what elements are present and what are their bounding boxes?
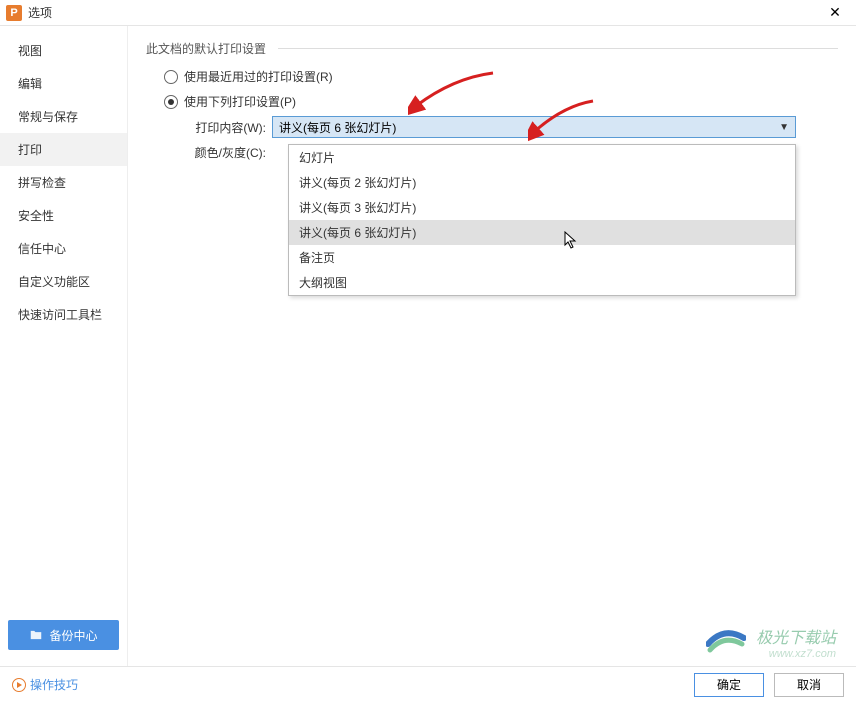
dropdown-option-handout-2[interactable]: 讲义(每页 2 张幻灯片) [289,170,795,195]
radio-use-recent[interactable]: 使用最近用过的打印设置(R) [164,68,838,85]
dropdown-print-content: 幻灯片 讲义(每页 2 张幻灯片) 讲义(每页 3 张幻灯片) 讲义(每页 6 … [288,144,796,296]
cancel-button[interactable]: 取消 [774,673,844,697]
sidebar-item-customize-ribbon[interactable]: 自定义功能区 [0,265,127,298]
sidebar-item-quick-access[interactable]: 快速访问工具栏 [0,298,127,331]
tips-link[interactable]: 操作技巧 [12,676,78,693]
radio-icon [164,95,178,109]
main-panel: 此文档的默认打印设置 使用最近用过的打印设置(R) 使用下列打印设置(P) 打印… [128,26,856,666]
fieldset-title: 此文档的默认打印设置 [146,40,272,57]
combo-print-content[interactable]: 讲义(每页 6 张幻灯片) ▼ [272,116,796,138]
radio-use-recent-label: 使用最近用过的打印设置(R) [184,68,333,85]
folder-icon [29,628,43,642]
dropdown-option-outline[interactable]: 大纲视图 [289,270,795,295]
tips-label: 操作技巧 [30,676,78,693]
backup-center-label: 备份中心 [49,627,97,644]
close-icon[interactable]: ✕ [820,4,850,21]
sidebar-item-edit[interactable]: 编辑 [0,67,127,100]
sidebar-item-print[interactable]: 打印 [0,133,127,166]
sidebar-item-view[interactable]: 视图 [0,34,127,67]
play-circle-icon [12,678,26,692]
radio-use-following[interactable]: 使用下列打印设置(P) [164,93,838,110]
dropdown-option-handout-3[interactable]: 讲义(每页 3 张幻灯片) [289,195,795,220]
chevron-down-icon: ▼ [779,122,789,133]
sidebar-item-trust-center[interactable]: 信任中心 [0,232,127,265]
label-print-content: 打印内容(W): [176,119,272,136]
sidebar-item-security[interactable]: 安全性 [0,199,127,232]
window-title: 选项 [28,4,52,21]
dropdown-option-notes[interactable]: 备注页 [289,245,795,270]
sidebar: 视图 编辑 常规与保存 打印 拼写检查 安全性 信任中心 自定义功能区 快速访问… [0,26,128,666]
ok-button[interactable]: 确定 [694,673,764,697]
dropdown-option-slide[interactable]: 幻灯片 [289,145,795,170]
sidebar-item-general-save[interactable]: 常规与保存 [0,100,127,133]
radio-icon [164,70,178,84]
fieldset-divider [278,48,838,49]
titlebar: P 选项 ✕ [0,0,856,26]
dropdown-option-handout-6[interactable]: 讲义(每页 6 张幻灯片) [289,220,795,245]
label-color-grayscale: 颜色/灰度(C): [176,144,272,161]
radio-use-following-label: 使用下列打印设置(P) [184,93,296,110]
footer: 操作技巧 确定 取消 [0,666,856,702]
combo-print-content-value: 讲义(每页 6 张幻灯片) [279,119,396,136]
app-icon: P [6,5,22,21]
backup-center-button[interactable]: 备份中心 [8,620,119,650]
sidebar-item-spellcheck[interactable]: 拼写检查 [0,166,127,199]
